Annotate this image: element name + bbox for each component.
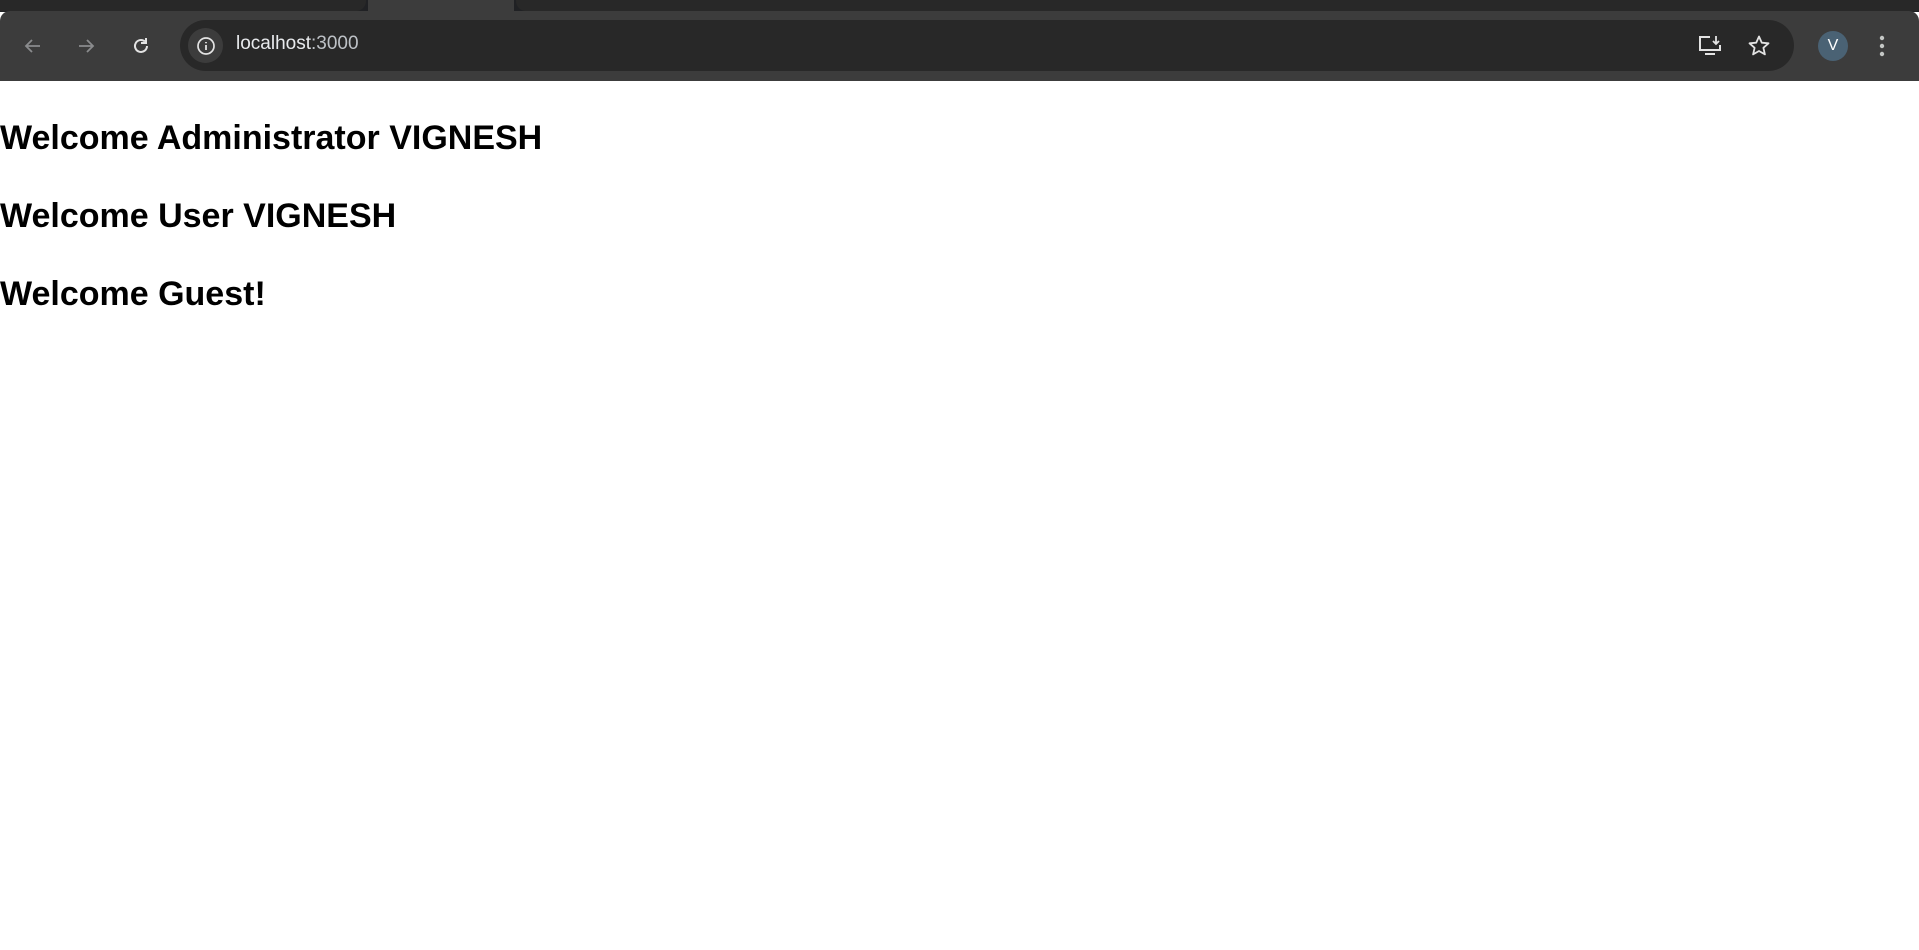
back-button[interactable] <box>15 28 51 64</box>
arrow-right-icon <box>79 39 95 53</box>
profile-avatar[interactable]: V <box>1818 31 1848 61</box>
star-icon <box>1748 35 1770 56</box>
url-host: localhost <box>236 33 311 54</box>
arrow-left-icon <box>24 39 40 53</box>
guest-welcome-heading: Welcome Guest! <box>0 275 266 313</box>
url-text[interactable]: localhost:3000 <box>236 33 359 55</box>
address-bar[interactable]: localhost:3000 <box>180 20 1794 71</box>
browser-toolbar: localhost:3000 V <box>0 11 1919 81</box>
forward-button[interactable] <box>68 28 104 64</box>
reload-icon <box>134 38 148 53</box>
browser-menu-button[interactable] <box>1872 29 1892 63</box>
profile-initial: V <box>1827 37 1839 54</box>
user-welcome-heading: Welcome User VIGNESH <box>0 197 397 235</box>
admin-welcome-heading: Welcome Administrator VIGNESH <box>0 119 543 157</box>
install-app-button[interactable] <box>1696 32 1724 60</box>
tab-inactive[interactable] <box>0 0 366 11</box>
more-vertical-icon <box>1879 35 1885 57</box>
reload-button[interactable] <box>123 28 159 64</box>
bookmark-button[interactable] <box>1745 32 1773 60</box>
tab-strip-empty <box>516 0 1919 11</box>
site-info-button[interactable] <box>188 28 223 63</box>
info-icon <box>196 36 215 55</box>
url-port: :3000 <box>311 33 359 54</box>
install-app-icon <box>1699 36 1721 55</box>
